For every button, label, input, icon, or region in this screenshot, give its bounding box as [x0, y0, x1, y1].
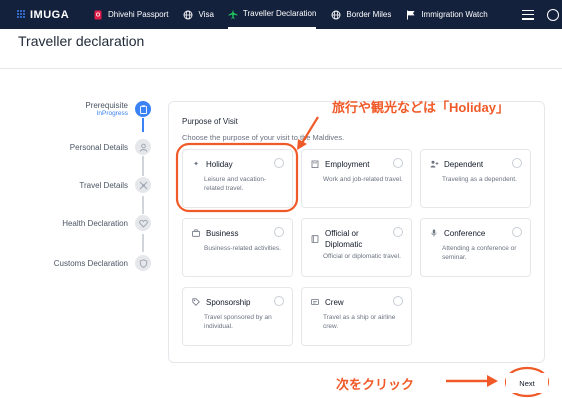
step-label: Travel Details [79, 180, 128, 190]
nav-item-label: Traveller Declaration [242, 9, 317, 18]
step-personal-details[interactable]: Personal Details [70, 136, 160, 158]
card-subtitle: Choose the purpose of your visit to the … [182, 133, 345, 142]
nav-item-label: Dhivehi Passport [108, 10, 169, 19]
option-holiday[interactable]: ✦ Holiday Leisure and vacation-related tr… [182, 149, 293, 208]
option-label: Business [206, 228, 239, 238]
logo-text: IMUGA [30, 8, 70, 21]
nav-item-immigration-watch[interactable]: Immigration Watch [406, 0, 488, 29]
option-description: Travel sponsored by an individual. [204, 314, 272, 330]
globe-icon [183, 10, 193, 20]
stepper-connector [142, 156, 144, 176]
imuga-logo[interactable]: IMUGA [17, 9, 89, 21]
radio-conference[interactable] [512, 227, 522, 237]
option-description: Attending a conference or seminar. [442, 245, 517, 261]
radio-employment[interactable] [393, 158, 403, 168]
chat-icon[interactable] [547, 8, 559, 21]
nav-item-traveller-declaration[interactable]: Traveller Declaration [227, 0, 317, 29]
option-employment[interactable]: Employment Work and job-related travel. [301, 149, 412, 208]
step-travel-details[interactable]: Travel Details [79, 174, 160, 196]
radio-sponsorship[interactable] [274, 296, 284, 306]
heart-icon [135, 215, 151, 231]
option-dependent[interactable]: Dependent Traveling as a dependent. [420, 149, 531, 208]
nav-item-border-miles[interactable]: Border Miles [331, 0, 391, 29]
nav-item-label: Immigration Watch [421, 10, 488, 19]
option-description: Leisure and vacation-related travel. [204, 176, 267, 192]
purpose-of-visit-card: Purpose of Visit Choose the purpose of y… [168, 101, 545, 363]
option-description: Travel as a ship or airline crew. [323, 314, 396, 330]
radio-dependent[interactable] [512, 158, 522, 168]
option-official-or-diplomatic[interactable]: Official or Diplomatic Official or diplo… [301, 218, 412, 277]
card-title: Purpose of Visit [182, 117, 238, 126]
step-health-declaration[interactable]: Health Declaration [62, 212, 160, 234]
airplane-icon [135, 177, 151, 193]
option-crew[interactable]: Crew Travel as a ship or airline crew. [301, 287, 412, 346]
logo-grid-icon [17, 10, 26, 19]
menu-icon[interactable] [521, 8, 535, 22]
microphone-icon [429, 228, 439, 238]
option-label: Conference [444, 228, 486, 238]
option-sponsorship[interactable]: Sponsorship Travel sponsored by an indiv… [182, 287, 293, 346]
step-label: Customs Declaration [53, 258, 128, 268]
option-description: Traveling as a dependent. [442, 176, 517, 183]
option-label: Crew [325, 297, 344, 307]
option-description: Business-related activities. [204, 245, 281, 252]
sparkle-icon: ✦ [193, 161, 199, 168]
option-label: Employment [325, 159, 370, 169]
flag-icon [406, 10, 416, 20]
radio-crew[interactable] [393, 296, 403, 306]
holiday-annotation-text: 旅行や観光などは「Holiday」 [332, 100, 509, 115]
clipboard-icon [135, 101, 151, 117]
option-description: Work and job-related travel. [323, 176, 403, 183]
person-plus-icon [429, 159, 439, 169]
nav-item-label: Border Miles [346, 10, 392, 19]
person-icon [135, 139, 151, 155]
arrowhead-icon [487, 375, 498, 387]
next-annotation-text: 次をクリック [336, 377, 415, 392]
tag-icon [191, 297, 201, 307]
option-label: Sponsorship [206, 297, 251, 307]
page-title: Traveller declaration [18, 33, 145, 49]
radio-business[interactable] [274, 227, 284, 237]
nav-item-dhivehi-passport[interactable]: Dhivehi Passport [93, 0, 168, 29]
step-label: Health Declaration [62, 218, 128, 228]
header-divider [0, 68, 562, 69]
nav-item-label: Visa [198, 10, 214, 19]
step-prerequisite[interactable]: Prerequisite InProgress [85, 98, 160, 120]
stepper-connector [142, 234, 144, 252]
briefcase-icon [191, 228, 201, 238]
shield-icon [135, 255, 151, 271]
id-card-icon [310, 297, 320, 307]
stepper-connector [142, 118, 144, 132]
building-icon [310, 159, 320, 169]
globe-icon [331, 10, 341, 20]
radio-holiday[interactable] [274, 158, 284, 168]
book-icon [310, 234, 320, 244]
option-description: Official or diplomatic travel. [323, 253, 401, 260]
step-status: InProgress [96, 110, 128, 117]
airplane-icon [228, 9, 238, 19]
option-label: Official or Diplomatic [325, 229, 363, 249]
next-button[interactable]: Next [506, 373, 548, 393]
option-business[interactable]: Business Business-related activities. [182, 218, 293, 277]
option-label: Dependent [444, 159, 484, 169]
top-navigation: IMUGA Dhivehi Passport Visa Traveller De… [0, 0, 562, 29]
step-label: Prerequisite [85, 101, 128, 110]
nav-item-visa[interactable]: Visa [183, 0, 214, 29]
option-conference[interactable]: Conference Attending a conference or sem… [420, 218, 531, 277]
nav-right-actions [521, 0, 562, 29]
step-customs-declaration[interactable]: Customs Declaration [54, 252, 160, 274]
option-label: Holiday [206, 159, 233, 169]
passport-icon [93, 10, 103, 20]
step-label: Personal Details [69, 142, 128, 152]
radio-official-or-diplomatic[interactable] [393, 227, 403, 237]
